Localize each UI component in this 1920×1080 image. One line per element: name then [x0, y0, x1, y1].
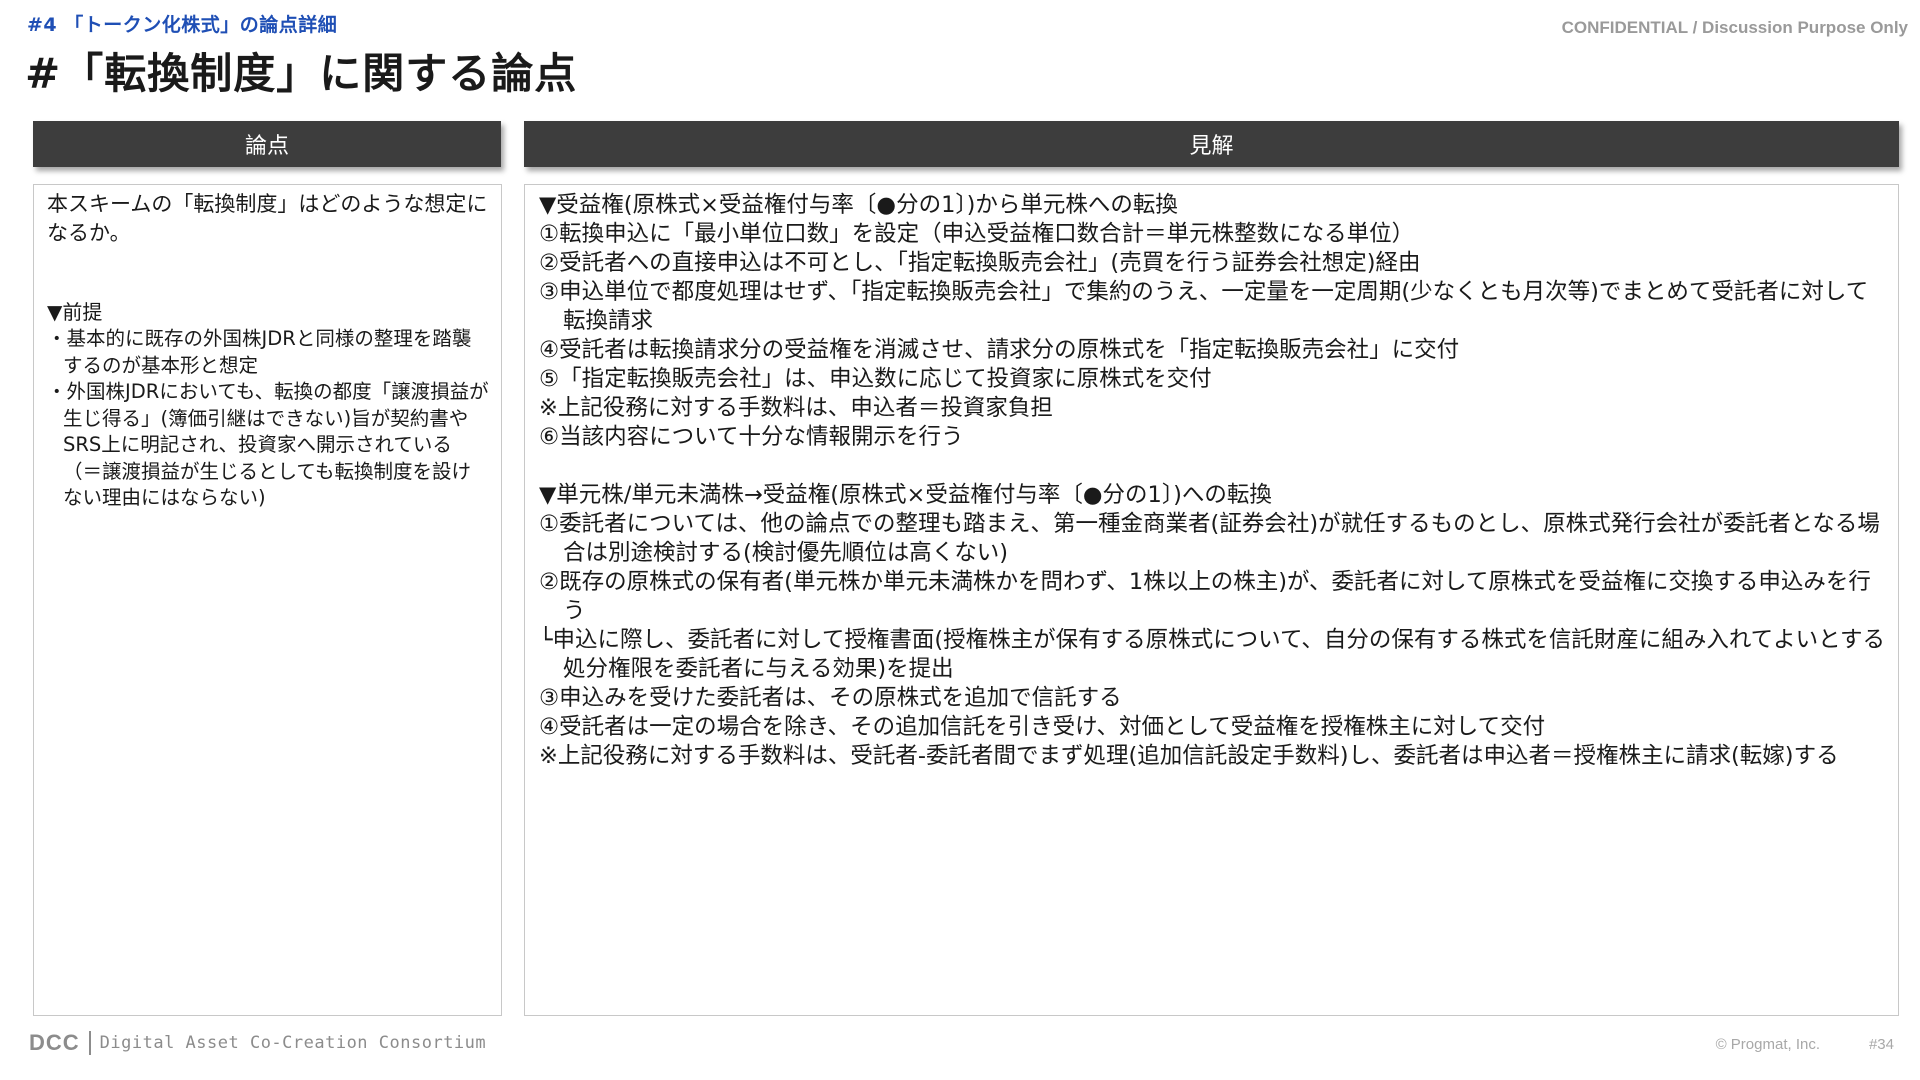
list-item: ④受託者は一定の場合を除き、その追加信託を引き受け、対価として受益権を授権株主に… — [539, 714, 1546, 740]
issue-panel: 本スキームの「転換制度」はどのような想定になるか。 ▼前提 ・基本的に既存の外国… — [33, 184, 502, 1016]
premise-item: ・外国株JDRにおいても、転換の都度「譲渡損益が生じ得る」(簿価引継はできない)… — [47, 380, 489, 509]
dcc-logo-text: DCC — [29, 1030, 80, 1055]
list-item: └申込に際し、委託者に対して授権書面(授権株主が保有する原株式について、自分の保… — [539, 627, 1886, 682]
list-item: ④受託者は転換請求分の受益権を消滅させ、請求分の原株式を「指定転換販売会社」に交… — [539, 337, 1460, 363]
issue-question: 本スキームの「転換制度」はどのような想定になるか。 — [47, 192, 488, 245]
page-title: #「転換制度」に関する論点 — [25, 49, 578, 98]
premise-heading: ▼前提 — [47, 300, 103, 324]
conversion-to-beneficial-interest-heading: ▼単元株/単元未満株→受益権(原株式×受益権付与率〔●分の1〕)への転換 — [539, 482, 1272, 508]
premise-item: ・基本的に既存の外国株JDRと同様の整理を踏襲するのが基本形と想定 — [47, 327, 472, 377]
list-item: ⑤「指定転換販売会社」は、申込数に応じて投資家に原株式を交付 — [539, 366, 1212, 392]
conversion-to-shares-heading: ▼受益権(原株式×受益権付与率〔●分の1〕)から単元株への転換 — [539, 192, 1178, 218]
confidential-label: CONFIDENTIAL / Discussion Purpose Only — [1561, 18, 1908, 37]
list-item: ③申込単位で都度処理はせず、「指定転換販売会社」で集約のうえ、一定量を一定周期(… — [539, 279, 1869, 334]
logo-divider — [88, 1031, 91, 1055]
list-item: ①転換申込に「最小単位口数」を設定（申込受益権口数合計＝単元株整数になる単位） — [539, 221, 1415, 247]
opinion-panel: ▼受益権(原株式×受益権付与率〔●分の1〕)から単元株への転換 ①転換申込に「最… — [524, 184, 1899, 1016]
footer-logo: DCC Digital Asset Co-Creation Consortium — [29, 1030, 486, 1056]
list-item: ②既存の原株式の保有者(単元株か単元未満株かを問わず、1株以上の株主)が、委託者… — [539, 569, 1871, 624]
issue-column-header: 論点 — [33, 121, 501, 167]
org-name: Digital Asset Co-Creation Consortium — [99, 1033, 487, 1053]
opinion-column-header: 見解 — [524, 121, 1899, 167]
list-item: ②受託者への直接申込は不可とし、「指定転換販売会社」(売買を行う証券会社想定)経… — [539, 250, 1421, 276]
list-item: ⑥当該内容について十分な情報開示を行う — [539, 424, 964, 450]
list-item: ※上記役務に対する手数料は、受託者-委託者間でまず処理(追加信託設定手数料)し、… — [539, 743, 1839, 769]
list-item: ※上記役務に対する手数料は、申込者＝投資家負担 — [539, 395, 1053, 421]
section-tag: #4 「トークン化株式」の論点詳細 — [27, 14, 338, 36]
copyright: © Progmat, Inc. — [1715, 1036, 1820, 1053]
page-number: #34 — [1868, 1036, 1894, 1053]
list-item: ①委託者については、他の論点での整理も踏まえ、第一種金商業者(証券会社)が就任す… — [539, 511, 1880, 566]
list-item: ③申込みを受けた委託者は、その原株式を追加で信託する — [539, 685, 1122, 711]
